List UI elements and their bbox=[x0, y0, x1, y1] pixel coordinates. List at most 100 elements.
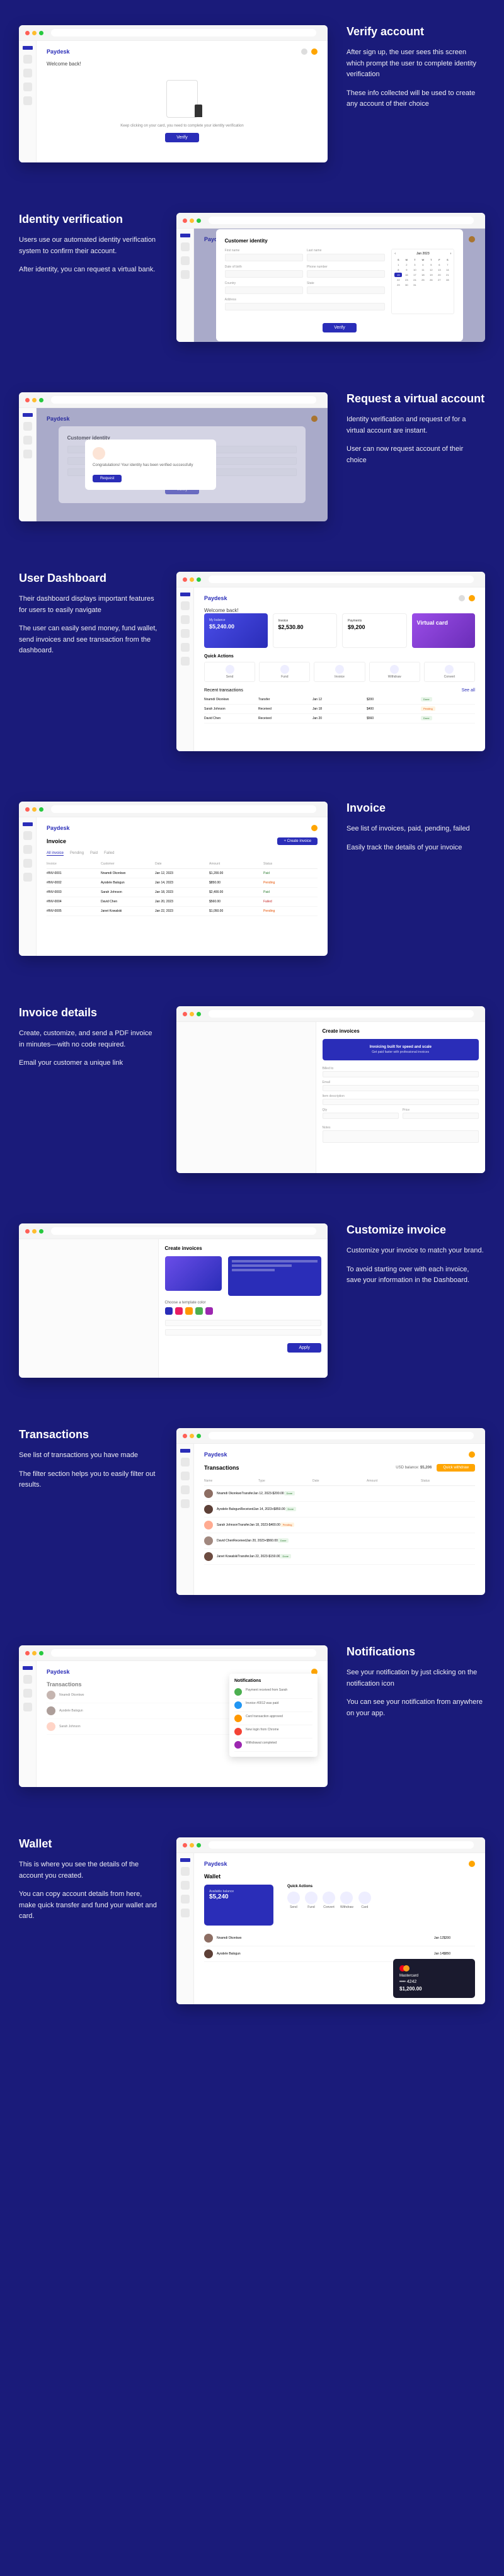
state-input[interactable] bbox=[307, 287, 385, 294]
billed-to-input[interactable] bbox=[323, 1071, 479, 1077]
calendar-day[interactable]: 23 bbox=[403, 278, 410, 282]
calendar-day[interactable]: 7 bbox=[444, 263, 451, 267]
calendar-day[interactable]: 19 bbox=[427, 273, 435, 277]
calendar-day[interactable]: 22 bbox=[394, 278, 402, 282]
transaction-row[interactable]: Ayodele BalogunReceivedJan 14, 2023+$850… bbox=[204, 1502, 475, 1518]
invoice-details-title: Invoice details bbox=[19, 1006, 158, 1019]
quick-action[interactable]: Withdraw bbox=[369, 662, 420, 682]
quick-action[interactable]: Convert bbox=[424, 662, 475, 682]
section-identity: Paydesk Customer identity First nameLast… bbox=[0, 188, 504, 367]
section-wallet: Paydesk Wallet Available balance $5,240 … bbox=[0, 1812, 504, 2029]
address-input[interactable] bbox=[225, 303, 386, 310]
calendar-day[interactable]: 30 bbox=[403, 283, 410, 287]
see-all-link[interactable]: See all bbox=[462, 688, 475, 693]
notification-item[interactable]: New login from Chrome bbox=[234, 1725, 312, 1739]
calendar-day[interactable]: 4 bbox=[419, 263, 427, 267]
calendar-day[interactable]: 29 bbox=[394, 283, 402, 287]
invoice-row[interactable]: #INV-0001Nnamdi OkonkwoJan 12, 2023$1,20… bbox=[47, 869, 318, 878]
email-input[interactable] bbox=[323, 1085, 479, 1091]
notification-item[interactable]: Card transaction approved bbox=[234, 1712, 312, 1725]
color-option[interactable] bbox=[205, 1307, 213, 1315]
calendar-widget[interactable]: ‹Jan 2023› SMTWTFS1234567891011121314151… bbox=[391, 249, 454, 314]
notes-input[interactable] bbox=[323, 1130, 479, 1143]
dashboard-screenshot: Paydesk Welcome back! My balance$5,240.0… bbox=[176, 572, 485, 751]
wallet-action[interactable]: Send bbox=[287, 1892, 300, 1909]
create-invoice-button[interactable]: + Create invoice bbox=[277, 837, 318, 845]
transaction-row[interactable]: Sarah JohnsonTransferJan 18, 2023-$400.0… bbox=[204, 1518, 475, 1533]
transaction-row[interactable]: David ChenReceivedJan 20, 2023+$560.00Do… bbox=[204, 1533, 475, 1549]
transaction-row[interactable]: Janet KowalskiTransferJan 22, 2023-$150.… bbox=[204, 1549, 475, 1565]
invoice-row[interactable]: #INV-0002Ayodele BalogunJan 14, 2023$850… bbox=[47, 878, 318, 888]
calendar-day[interactable]: 21 bbox=[444, 273, 451, 277]
invoice-tab[interactable]: Paid bbox=[90, 851, 98, 856]
notification-item[interactable]: Withdrawal completed bbox=[234, 1739, 312, 1752]
quick-action[interactable]: Fund bbox=[259, 662, 310, 682]
calendar-day[interactable]: 14 bbox=[444, 268, 451, 272]
qty-input[interactable] bbox=[323, 1113, 399, 1119]
calendar-day[interactable]: 1 bbox=[394, 263, 402, 267]
wallet-action[interactable]: Withdraw bbox=[340, 1892, 353, 1909]
invoice-tab[interactable]: All invoice bbox=[47, 851, 64, 856]
verify-button[interactable]: Verify bbox=[165, 133, 199, 142]
customize-title: Customize invoice bbox=[346, 1223, 485, 1237]
brand-logo: Paydesk bbox=[47, 48, 70, 55]
invoice-tab[interactable]: Failed bbox=[104, 851, 114, 856]
calendar-day[interactable]: 17 bbox=[411, 273, 418, 277]
calendar-day[interactable]: 6 bbox=[435, 263, 443, 267]
calendar-day[interactable]: 3 bbox=[411, 263, 418, 267]
calendar-day[interactable]: 5 bbox=[427, 263, 435, 267]
calendar-day[interactable]: 9 bbox=[403, 268, 410, 272]
calendar-day[interactable]: 8 bbox=[394, 268, 402, 272]
bell-icon[interactable] bbox=[311, 48, 318, 55]
calendar-day[interactable]: 2 bbox=[403, 263, 410, 267]
dash-card[interactable]: Payments$9,200 bbox=[342, 613, 407, 648]
calendar-day[interactable]: 20 bbox=[435, 273, 443, 277]
quick-action[interactable]: Send bbox=[204, 662, 255, 682]
price-input[interactable] bbox=[403, 1113, 479, 1119]
item-input[interactable] bbox=[323, 1099, 479, 1105]
invoice-tab[interactable]: Pending bbox=[70, 851, 84, 856]
dob-input[interactable] bbox=[225, 270, 303, 278]
fname-input[interactable] bbox=[225, 254, 303, 261]
apply-button[interactable]: Apply bbox=[287, 1343, 321, 1353]
calendar-day[interactable]: 26 bbox=[427, 278, 435, 282]
invoice-row[interactable]: #INV-0003Sarah JohnsonJan 18, 2023$2,400… bbox=[47, 888, 318, 897]
phone-input[interactable] bbox=[307, 270, 385, 278]
transaction-row[interactable]: Nnamdi OkonkwoTransferJan 12, 2023-$200.… bbox=[204, 1486, 475, 1502]
calendar-day[interactable]: 11 bbox=[419, 268, 427, 272]
calendar-day[interactable]: 25 bbox=[419, 278, 427, 282]
identity-modal-title: Customer identity bbox=[225, 238, 455, 244]
calendar-day[interactable]: 31 bbox=[411, 283, 418, 287]
invoice-row[interactable]: #INV-0004David ChenJan 20, 2023$560.00Fa… bbox=[47, 897, 318, 907]
calendar-day[interactable]: 13 bbox=[435, 268, 443, 272]
notification-item[interactable]: Invoice #0012 was paid bbox=[234, 1699, 312, 1712]
country-input[interactable] bbox=[225, 287, 303, 294]
request-button[interactable]: Request bbox=[93, 475, 122, 482]
calendar-day[interactable]: 12 bbox=[427, 268, 435, 272]
color-option[interactable] bbox=[195, 1307, 203, 1315]
dash-card[interactable]: Virtual card bbox=[412, 613, 476, 648]
identity-verify-button[interactable]: Verify bbox=[323, 323, 357, 332]
quick-withdraw-button[interactable]: Quick withdraw bbox=[437, 1464, 475, 1472]
quick-action[interactable]: Invoice bbox=[314, 662, 365, 682]
calendar-day[interactable]: 18 bbox=[419, 273, 427, 277]
notification-item[interactable]: Payment received from Sarah bbox=[234, 1686, 312, 1699]
section-invoice: Paydesk Invoice+ Create invoice All invo… bbox=[0, 776, 504, 981]
lname-input[interactable] bbox=[307, 254, 385, 261]
wallet-action[interactable]: Convert bbox=[323, 1892, 335, 1909]
calendar-day[interactable]: 28 bbox=[444, 278, 451, 282]
color-option[interactable] bbox=[175, 1307, 183, 1315]
dash-card[interactable]: Invoice$2,530.80 bbox=[273, 613, 338, 648]
bell-icon[interactable] bbox=[469, 595, 475, 601]
calendar-day[interactable]: 16 bbox=[403, 273, 410, 277]
calendar-day[interactable]: 27 bbox=[435, 278, 443, 282]
dash-card[interactable]: My balance$5,240.00 bbox=[204, 613, 268, 648]
calendar-day[interactable]: 15 bbox=[394, 273, 402, 277]
wallet-action[interactable]: Card bbox=[358, 1892, 371, 1909]
color-option[interactable] bbox=[165, 1307, 173, 1315]
invoice-row[interactable]: #INV-0005Janet KowalskiJan 22, 2023$1,05… bbox=[47, 907, 318, 916]
calendar-day[interactable]: 10 bbox=[411, 268, 418, 272]
wallet-action[interactable]: Fund bbox=[305, 1892, 318, 1909]
color-option[interactable] bbox=[185, 1307, 193, 1315]
calendar-day[interactable]: 24 bbox=[411, 278, 418, 282]
